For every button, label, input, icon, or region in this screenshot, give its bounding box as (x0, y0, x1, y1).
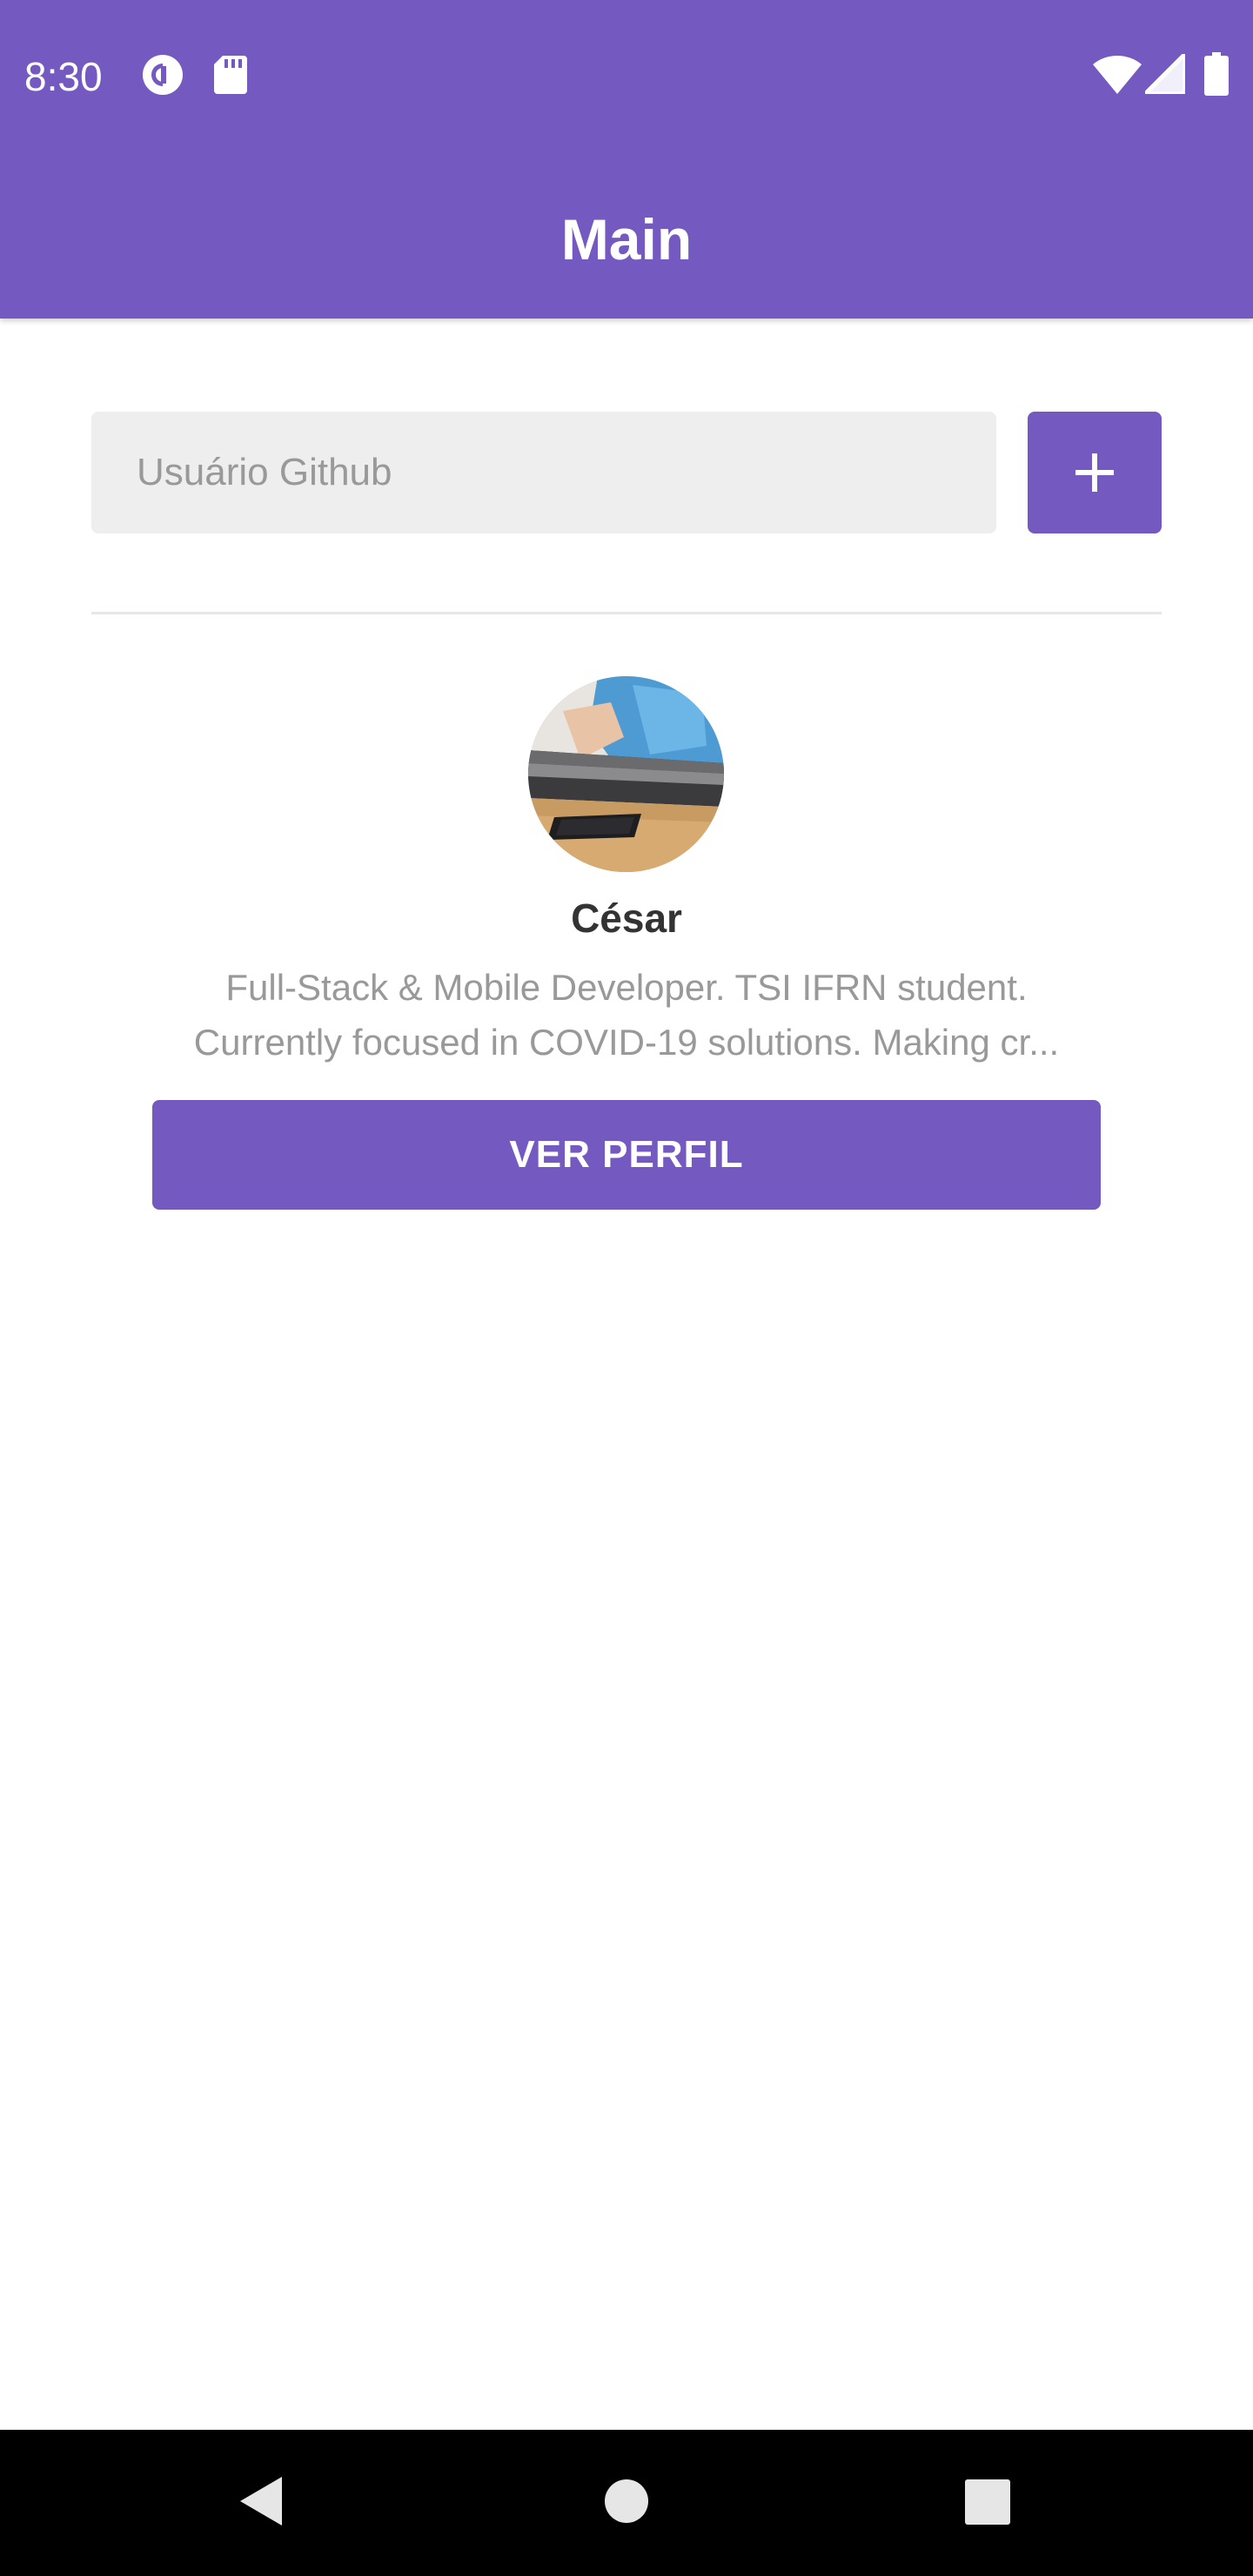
avatar-image (528, 676, 724, 872)
plus-icon (1075, 453, 1114, 492)
recents-icon[interactable] (965, 2479, 1010, 2529)
add-user-button[interactable] (1028, 412, 1162, 533)
page-title: Main (560, 207, 693, 272)
battery-icon (1204, 52, 1229, 100)
divider (91, 612, 1162, 614)
pocket-casts-icon (142, 54, 184, 100)
wifi-icon (1093, 54, 1142, 98)
navigation-bar (0, 2430, 1253, 2576)
github-user-input[interactable] (91, 412, 996, 533)
user-name: César (571, 896, 682, 941)
app-bar: 8:30 Main (0, 0, 1253, 319)
view-profile-button[interactable]: VER PERFIL (152, 1100, 1101, 1210)
user-bio-line: Full-Stack & Mobile Developer. TSI IFRN … (225, 967, 1028, 1008)
avatar (528, 676, 724, 872)
user-bio-line: Currently focused in COVID-19 solutions.… (193, 1022, 1060, 1063)
back-icon[interactable] (237, 2473, 285, 2533)
status-time: 8:30 (24, 54, 103, 99)
status-bar: 8:30 (0, 0, 1253, 150)
home-icon[interactable] (604, 2479, 649, 2528)
user-bio: Full-Stack & Mobile Developer. TSI IFRN … (148, 960, 1105, 1070)
sd-card-icon (214, 56, 247, 98)
cell-signal-icon (1142, 51, 1188, 98)
